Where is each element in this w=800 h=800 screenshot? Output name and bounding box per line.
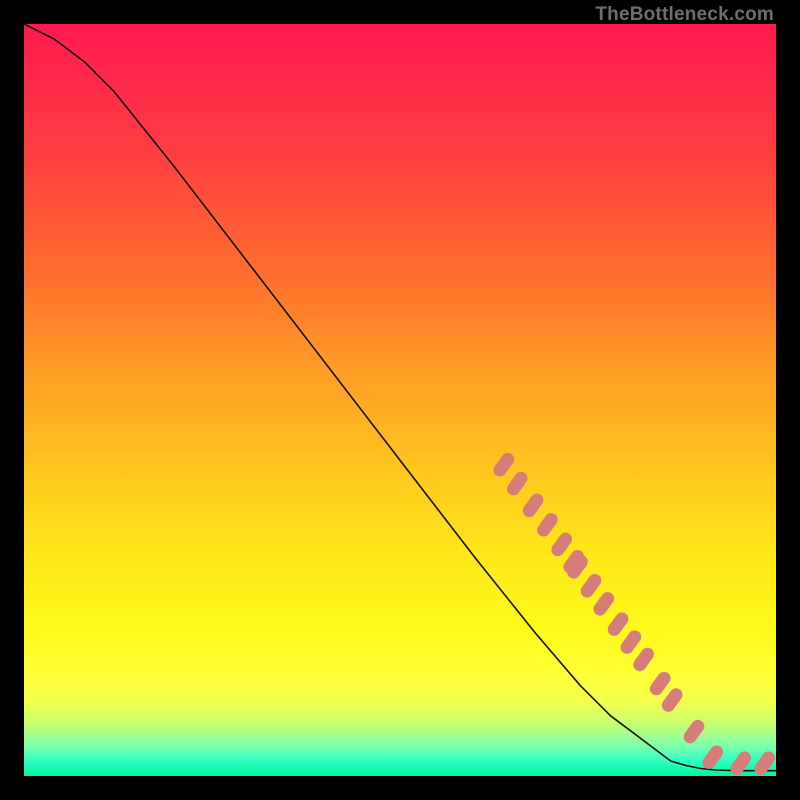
highlight-marker [535,510,561,539]
chart-svg [24,24,776,776]
highlight-marker [752,749,778,778]
highlight-marker [618,628,644,657]
highlight-marker [605,610,631,639]
watermark-text: TheBottleneck.com [595,4,774,26]
highlight-marker [520,491,546,520]
highlight-marker [631,645,657,674]
bottleneck-curve-line [24,24,776,771]
highlight-marker [578,571,604,600]
chart-frame: TheBottleneck.com [0,0,800,800]
highlight-marker [700,743,726,772]
highlight-marker [549,530,575,559]
highlight-marker [591,589,617,618]
highlight-marker-group [491,450,778,777]
highlight-marker [504,469,530,498]
highlight-marker [491,450,517,479]
highlight-marker [728,749,754,778]
highlight-marker [681,717,707,746]
